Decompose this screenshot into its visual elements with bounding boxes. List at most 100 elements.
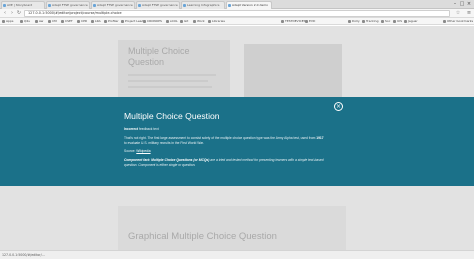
status-url: 127.0.0.1:5000/#/editor/... (2, 253, 45, 257)
fact-text-2: question. Component is either single or … (124, 162, 196, 167)
browser-tab-active[interactable]: Adapt Version 2.0 demo (226, 1, 272, 9)
feedback-paragraph-cont: to evaluate U.S. military recruits in th… (124, 140, 204, 145)
tab-label: AVE | Storyboard (7, 3, 33, 7)
background-card-title-text: Multiple Choice Question (128, 46, 190, 67)
bookmark-item[interactable]: CSET (61, 19, 73, 24)
bookmark-item[interactable]: Soc (381, 19, 390, 24)
favicon-icon (93, 4, 96, 7)
bookmark-item[interactable]: Git (180, 19, 188, 24)
source-line: Source: Wikipedia (124, 149, 151, 153)
maximize-icon[interactable]: □ (459, 1, 465, 7)
bookmark-item[interactable]: Q2u (20, 19, 30, 24)
browser-tab[interactable]: Learning Infographics (181, 1, 225, 9)
apps-icon (2, 20, 5, 23)
bookmark-icon (77, 20, 80, 23)
bookmark-item[interactable]: Dolly (348, 19, 360, 24)
background-card (118, 206, 346, 250)
feedback-heading: Incorrect feedback text (124, 127, 159, 131)
browser-tab[interactable]: Adapt FTSE governance (46, 1, 90, 9)
tab-label: Adapt Version 2.0 demo (232, 3, 268, 7)
status-bar: 127.0.0.1:5000/#/editor/... (0, 250, 474, 259)
bookmark-icon (348, 20, 351, 23)
tab-label: Adapt FTSE governance (52, 3, 88, 7)
source-label: Source: (124, 149, 137, 153)
background-section-title: Graphical Multiple Choice Question (128, 231, 277, 242)
bookmark-item[interactable]: sCOL (166, 19, 178, 24)
bookmark-item[interactable]: Jaguar (404, 19, 418, 24)
divider (128, 86, 212, 88)
bookmark-icon (104, 20, 107, 23)
bookmark-icon (281, 20, 284, 23)
browser-tab[interactable]: AVE | Storyboard (1, 1, 45, 9)
bookmark-icon (362, 20, 365, 23)
tab-label: Adapt FTSE governance (97, 3, 133, 7)
modal-title: Multiple Choice Question (124, 111, 220, 121)
feedback-year: 1917 (316, 136, 324, 140)
bookmark-item[interactable]: UIS (393, 19, 402, 24)
bookmark-icon (208, 20, 211, 23)
folder-icon (443, 20, 446, 23)
bookmark-item[interactable]: Aw (35, 19, 43, 24)
star-icon[interactable]: ☆ (455, 10, 461, 16)
feedback-modal: Multiple Choice Question × Incorrect fee… (0, 97, 474, 186)
bookmark-item[interactable]: Project Lead (121, 19, 143, 24)
bookmark-icon (20, 20, 23, 23)
address-input[interactable]: 127.0.0.1:5000/#/editor/project/course/m… (24, 10, 450, 17)
feedback-paragraph-text: That's not right. The first large assess… (124, 136, 316, 140)
bookmark-icon (180, 20, 183, 23)
bookmark-item[interactable]: CRONOPS (143, 19, 162, 24)
menu-icon[interactable]: ≡ (466, 10, 472, 16)
bookmark-icon (193, 20, 196, 23)
divider (128, 80, 208, 82)
bookmark-icon (121, 20, 124, 23)
feedback-heading-text: feedback text (138, 127, 159, 131)
browser-tab-strip: AVE | Storyboard Adapt FTSE governance A… (0, 0, 474, 9)
browser-tab[interactable]: Adapt FTSE governance (136, 1, 180, 9)
bookmark-item[interactable]: CPD (77, 19, 87, 24)
image-placeholder (244, 44, 342, 97)
bookmark-item[interactable]: Tracking (362, 19, 379, 24)
favicon-icon (138, 4, 141, 7)
tab-label: Adapt FTSE governance (142, 3, 178, 7)
browser-tab[interactable]: Adapt FTSE governance (91, 1, 135, 9)
bookmark-item[interactable]: Profiler (104, 19, 119, 24)
fact-bold: Multiple Choice Questions (or MCQs) (151, 158, 210, 162)
bookmark-item[interactable]: LRA (91, 19, 101, 24)
bookmark-item[interactable]: EVD (305, 19, 315, 24)
favicon-icon (48, 4, 51, 7)
bookmark-icon (143, 20, 146, 23)
fact-text: are a tried and tested method for presen… (209, 158, 324, 162)
close-window-icon[interactable]: × (466, 1, 472, 7)
minimize-icon[interactable]: – (452, 1, 458, 7)
bookmarks-bar: Apps Q2u Aw CM CSET CPD LRA Profiler Pro… (0, 18, 474, 25)
bookmark-icon (91, 20, 94, 23)
component-fact-cont: question. Component is either single or … (124, 163, 195, 167)
divider (128, 74, 216, 76)
bookmark-icon (166, 20, 169, 23)
bookmark-item[interactable]: TESTDEVICES (281, 19, 306, 24)
bookmark-item[interactable]: CM (48, 19, 57, 24)
feedback-label: Incorrect (124, 127, 139, 131)
bookmark-item[interactable]: Libraries (208, 19, 225, 24)
back-icon[interactable]: ‹ (2, 10, 8, 16)
favicon-icon (183, 4, 186, 7)
fact-prefix: Component fact: (124, 158, 152, 162)
favicon-icon (3, 4, 6, 7)
tab-label: Learning Infographics (187, 3, 220, 7)
forward-icon[interactable]: › (9, 10, 15, 16)
background-card-title: Multiple Choice Question (128, 46, 216, 68)
bookmark-icon (404, 20, 407, 23)
bookmark-icon (305, 20, 308, 23)
favicon-icon (228, 4, 231, 7)
bookmark-icon (393, 20, 396, 23)
bookmark-item[interactable]: Other bookmarks (443, 19, 473, 24)
bookmark-icon (35, 20, 38, 23)
bookmark-item[interactable]: Apps (2, 19, 13, 24)
bookmark-icon (61, 20, 64, 23)
close-button[interactable]: × (334, 102, 343, 111)
bookmark-icon (381, 20, 384, 23)
bookmark-item[interactable]: Work (193, 19, 205, 24)
reload-icon[interactable]: ↻ (16, 10, 22, 16)
bookmark-icon (48, 20, 51, 23)
source-link[interactable]: Wikipedia (136, 149, 150, 153)
